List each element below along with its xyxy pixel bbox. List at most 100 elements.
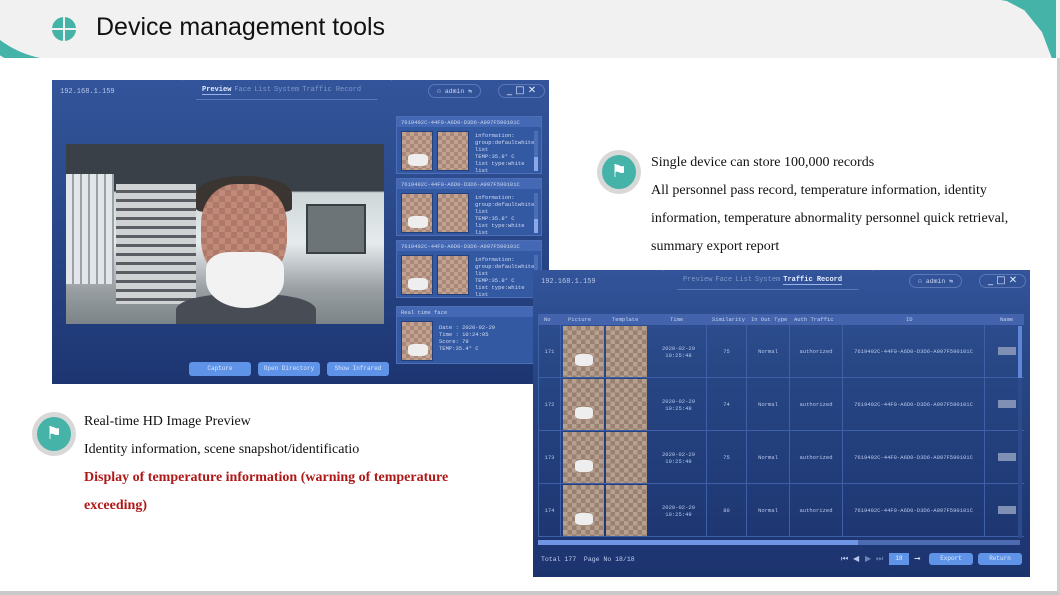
tab-preview[interactable]: Preview	[683, 276, 712, 284]
table-row[interactable]: 173 2020-02-29 10:25:49 75 Normal authorized…	[538, 431, 1024, 484]
slide: Device management tools 192.168.1.159 Pr…	[0, 0, 1060, 595]
cell-time: 2020-02-29 10:25:49	[651, 431, 707, 484]
page-input[interactable]: 18	[889, 553, 909, 565]
slide-header: Device management tools	[0, 0, 1060, 58]
window-controls[interactable]: _ □ ✕	[498, 84, 546, 98]
cell-auth: authorized	[790, 378, 843, 431]
cell-similarity: 74	[707, 378, 747, 431]
user-menu[interactable]: ⚇ admin ⇆	[909, 274, 963, 288]
total-count: Total 177	[541, 556, 577, 563]
bullet-line: Identity information, scene snapshot/ide…	[84, 442, 360, 457]
table-row[interactable]: 172 2020-02-29 10:25:48 74 Normal authorized…	[538, 378, 1024, 431]
tabs: Preview Face List System Traffic Record	[202, 86, 364, 95]
tab-face[interactable]: Face	[234, 86, 251, 94]
snapshot-image	[563, 432, 604, 483]
traffic-record-table: No Picture Template Time Similarity In O…	[538, 314, 1024, 537]
tab-preview[interactable]: Preview	[202, 86, 232, 95]
warning-line: Display of temperature information (warn…	[84, 470, 449, 485]
template-image	[437, 255, 469, 295]
tab-system[interactable]: System	[755, 276, 780, 284]
snapshot-image	[563, 326, 604, 377]
show-infrared-button[interactable]: Show Infrared	[327, 362, 389, 376]
export-button[interactable]: Export	[929, 553, 973, 565]
template-image	[606, 326, 647, 377]
record-card[interactable]: 7619492C-44F0-A6D0-D3D6-A997F590101C inf…	[396, 240, 542, 298]
window-controls[interactable]: _ □ ✕	[979, 274, 1027, 288]
signpost-icon-glyph: ⚑	[602, 155, 636, 189]
device-ip: 192.168.1.159	[541, 278, 596, 286]
cell-time: 2020-02-29 10:25:49	[651, 484, 707, 537]
vertical-scrollbar[interactable]	[1018, 326, 1022, 538]
tab-list[interactable]: List	[254, 86, 271, 94]
tab-system[interactable]: System	[274, 86, 299, 94]
bullet-line: summary export report	[651, 239, 780, 254]
realtime-snapshot-image	[401, 321, 433, 361]
horizontal-scrollbar[interactable]	[538, 540, 1020, 545]
cell-time: 2020-02-29 10:25:48	[651, 325, 707, 378]
next-page-icon[interactable]: ▶	[865, 554, 871, 563]
cell-no: 172	[539, 378, 561, 431]
warning-line: exceeding)	[84, 498, 147, 513]
record-card[interactable]: 7619492C-44F0-A6D0-D3D6-A997F590101C inf…	[396, 178, 542, 236]
go-arrow-icon[interactable]: ➞	[914, 554, 921, 563]
capture-button[interactable]: Capture	[189, 362, 251, 376]
tab-traffic-record[interactable]: Traffic Record	[783, 276, 843, 285]
cell-inout: Normal	[747, 378, 790, 431]
cell-similarity: 75	[707, 431, 747, 484]
record-id: 7619492C-44F0-A6D0-D3D6-A997F590101C	[397, 241, 541, 251]
tabs: Preview Face List System Traffic Record	[683, 276, 845, 285]
cell-similarity: 75	[707, 325, 747, 378]
realtime-face-info: Date : 2020-02-29 Time : 10:24:05 Score:…	[439, 324, 496, 352]
switch-user-icon[interactable]: ⇆	[468, 88, 472, 95]
record-info: information: group:defaultwhite list TEM…	[475, 256, 535, 298]
scene-wall	[66, 174, 114, 284]
cell-id: 7619492C-44F0-A6D0-D3D6-A997F590101C	[843, 325, 985, 378]
cell-no: 171	[539, 325, 561, 378]
name-blurred	[998, 453, 1016, 461]
scrollbar[interactable]	[534, 193, 538, 233]
username: admin	[444, 88, 465, 95]
template-image	[606, 432, 647, 483]
cell-no: 173	[539, 431, 561, 484]
col-id: ID	[906, 316, 913, 323]
cell-auth: authorized	[790, 484, 843, 537]
header-decoration-right	[986, 0, 1056, 58]
cell-id: 7619492C-44F0-A6D0-D3D6-A997F590101C	[843, 431, 985, 484]
table-body: 171 2020-02-29 10:25:48 75 Normal authorized…	[538, 325, 1024, 537]
last-page-icon[interactable]: ⏭	[876, 554, 883, 564]
record-card[interactable]: 7619492C-44F0-A6D0-D3D6-A997F590101C inf…	[396, 116, 542, 174]
realtime-face-title: Real time face	[397, 307, 541, 317]
user-menu[interactable]: ⚇ admin ⇆	[428, 84, 482, 98]
tab-list[interactable]: List	[735, 276, 752, 284]
record-id: 7619492C-44F0-A6D0-D3D6-A997F590101C	[397, 179, 541, 189]
cell-inout: Normal	[747, 484, 790, 537]
cell-auth: authorized	[790, 325, 843, 378]
person-mask	[206, 252, 284, 308]
name-blurred	[998, 347, 1016, 355]
table-row[interactable]: 174 2020-02-29 10:25:49 80 Normal authorized…	[538, 484, 1024, 537]
cell-id: 7619492C-44F0-A6D0-D3D6-A997F590101C	[843, 378, 985, 431]
user-icon: ⚇	[918, 278, 926, 285]
name-blurred	[998, 506, 1016, 514]
prev-page-icon[interactable]: ◀	[853, 554, 859, 563]
return-button[interactable]: Return	[978, 553, 1022, 565]
record-id: 7619492C-44F0-A6D0-D3D6-A997F590101C	[397, 117, 541, 127]
open-directory-button[interactable]: Open Directory	[258, 362, 320, 376]
bullet-line: Single device can store 100,000 records	[651, 155, 875, 170]
col-template: Template	[612, 316, 639, 323]
snapshot-image	[563, 485, 604, 536]
snapshot-image	[401, 131, 433, 171]
snapshot-image	[401, 255, 433, 295]
cell-id: 7619492C-44F0-A6D0-D3D6-A997F590101C	[843, 484, 985, 537]
col-no: No	[544, 316, 551, 323]
switch-user-icon[interactable]: ⇆	[949, 278, 953, 285]
scrollbar[interactable]	[534, 131, 538, 171]
table-row[interactable]: 171 2020-02-29 10:25:48 75 Normal authorized…	[538, 325, 1024, 378]
tab-traffic-record[interactable]: Traffic Record	[302, 86, 361, 94]
user-icon: ⚇	[437, 88, 445, 95]
template-image	[437, 193, 469, 233]
bullet-line: Real-time HD Image Preview	[84, 414, 251, 429]
header-decoration-left	[0, 0, 60, 58]
tab-face[interactable]: Face	[715, 276, 732, 284]
first-page-icon[interactable]: ⏮	[841, 554, 848, 564]
